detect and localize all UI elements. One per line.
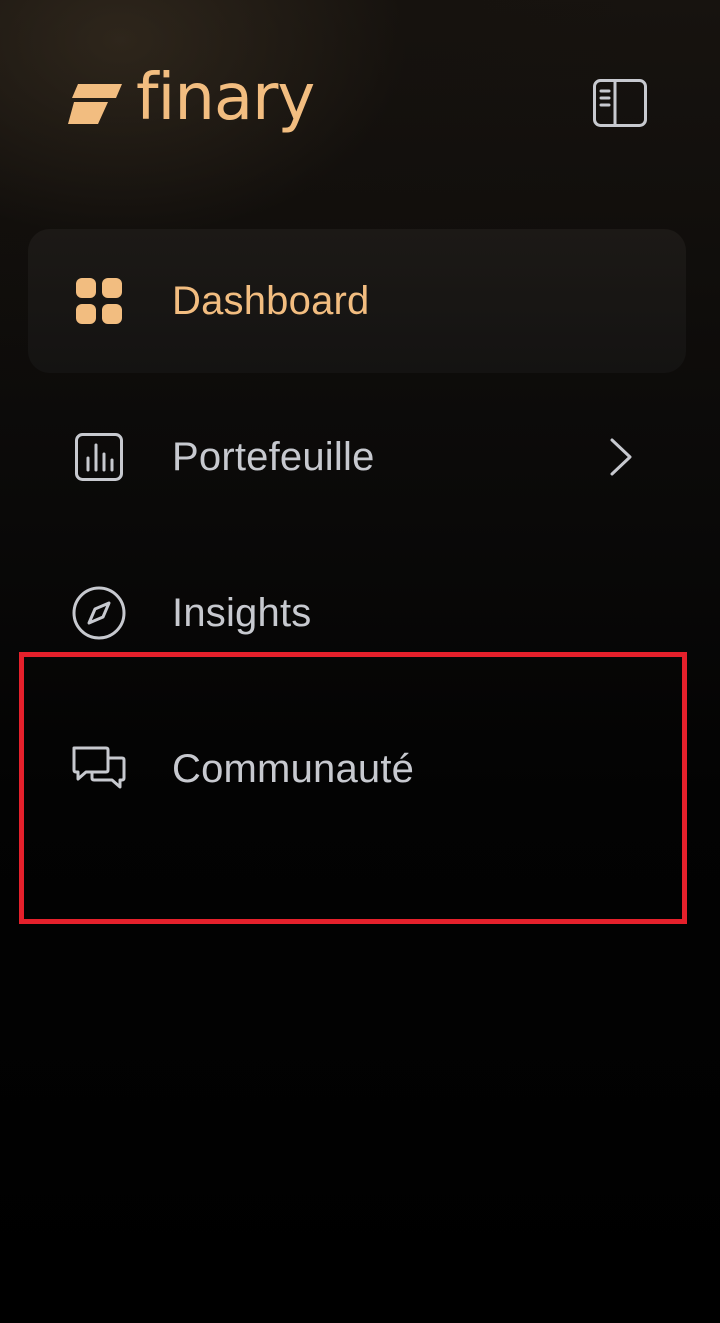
nav-item-dashboard[interactable]: Dashboard: [28, 229, 686, 373]
nav-item-portefeuille[interactable]: Portefeuille: [28, 385, 686, 529]
chat-bubbles-icon: [70, 740, 128, 798]
sidebar-header: finary: [0, 0, 720, 200]
chevron-right-icon[interactable]: [606, 435, 636, 479]
brand-name: finary: [136, 61, 315, 135]
nav-item-insights[interactable]: Insights: [28, 541, 686, 685]
nav-label-communaute: Communauté: [172, 746, 415, 791]
grid-icon: [70, 272, 128, 330]
finary-logo-mark-icon: [68, 84, 122, 124]
main-nav: Dashboard Portefeuille Insights Communau…: [28, 229, 686, 853]
bar-chart-icon: [70, 428, 128, 486]
nav-label-dashboard: Dashboard: [172, 278, 370, 323]
compass-icon: [70, 584, 128, 642]
sidebar: finary Dashboard Portefeuille Insights C…: [0, 0, 720, 1323]
sidebar-toggle-button[interactable]: [592, 78, 648, 128]
nav-label-portefeuille: Portefeuille: [172, 434, 375, 479]
sidebar-toggle-icon: [593, 79, 647, 127]
nav-item-communaute[interactable]: Communauté: [28, 697, 686, 841]
finary-logo[interactable]: finary: [68, 61, 315, 142]
nav-label-insights: Insights: [172, 590, 312, 635]
